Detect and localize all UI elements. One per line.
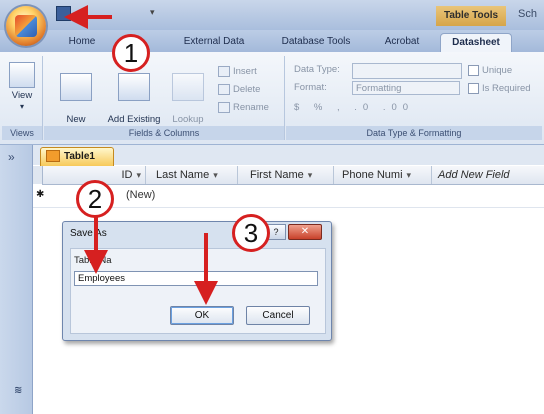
- step-3-badge: 3: [232, 214, 270, 252]
- step-2-badge: 2: [76, 180, 114, 218]
- step-1-badge: 1: [112, 34, 150, 72]
